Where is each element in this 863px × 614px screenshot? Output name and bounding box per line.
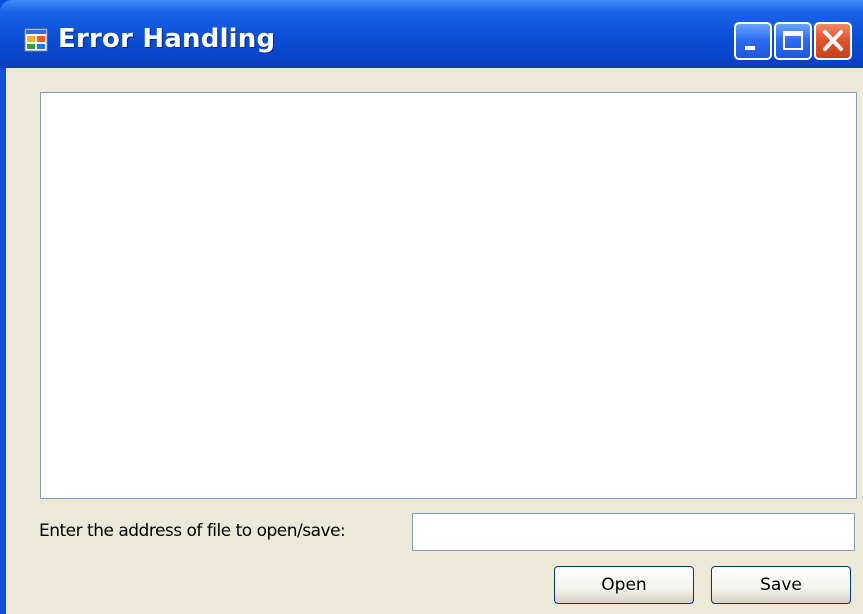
open-button[interactable]: Open [554,566,694,604]
title-bar[interactable]: Error Handling [0,0,863,68]
content-text-area[interactable] [40,92,857,499]
save-button[interactable]: Save [711,566,851,604]
maximize-button[interactable] [774,22,812,60]
close-button[interactable] [814,22,852,60]
app-window-icon [24,28,48,52]
minimize-icon [745,46,755,50]
error-handling-window: Error Handling Enter the address of file… [0,0,863,614]
close-icon [823,30,843,51]
maximize-icon [783,31,803,50]
file-address-input[interactable] [412,513,855,551]
window-client-area: Enter the address of file to open/save: … [6,68,863,614]
window-title: Error Handling [58,24,276,54]
file-address-label: Enter the address of file to open/save: [39,521,346,541]
minimize-button[interactable] [734,22,772,60]
